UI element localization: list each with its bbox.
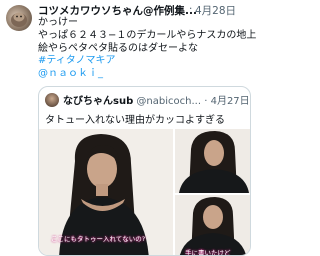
author-avatar[interactable] — [6, 5, 32, 31]
mention-link[interactable]: @ｎａｏｋｉ_ — [38, 68, 248, 81]
quoted-post-text: タトュー入れない理由がカッコよすぎる — [45, 115, 225, 126]
post-header: コツメカワウソちゃん@作例集... · 4月28日 — [38, 3, 248, 17]
video-thumbnail-bottom-right[interactable]: 手に書いたけど — [175, 195, 250, 256]
quoted-post-date: 4月27日 — [210, 96, 250, 107]
post-body: かっけー やっぱ６２４３−１のデカールやらナスカの地上 絵やらペタペタ貼るのはダ… — [38, 17, 257, 81]
post-line: やっぱ６２４３−１のデカールやらナスカの地上 — [38, 29, 257, 41]
quoted-author-avatar — [45, 93, 59, 107]
video-thumbnail-main[interactable]: ここにもタトゥー入れてないの? — [39, 129, 173, 255]
quoted-post-header: なびちゃんsub @nabicoch... · 4月27日 — [63, 92, 250, 107]
post-date[interactable]: 4月28日 — [195, 3, 236, 18]
author-name[interactable]: コツメカワウソちゃん@作例集... — [38, 3, 197, 18]
header-separator: · — [189, 3, 193, 15]
video-caption: 手に書いたけど — [185, 249, 231, 256]
video-caption: ここにもタトゥー入れてないの? — [51, 235, 146, 243]
post-line: 絵やらペタペタ貼るのはダセーよな — [38, 42, 198, 54]
quoted-author-name: なびちゃんsub — [63, 96, 134, 107]
video-thumbnail-top-right[interactable] — [175, 129, 250, 193]
quoted-author-handle: @nabicoch... — [136, 96, 202, 107]
post-line: かっけー — [38, 17, 78, 28]
media-grid: ここにもタトゥー入れてないの? 手に書いたけど — [39, 129, 250, 256]
quoted-header-separator: · — [204, 96, 208, 107]
quoted-post[interactable]: なびちゃんsub @nabicoch... · 4月27日 タトュー入れない理由… — [38, 86, 251, 256]
hashtag-link[interactable]: #ティタノマキア — [38, 55, 248, 68]
